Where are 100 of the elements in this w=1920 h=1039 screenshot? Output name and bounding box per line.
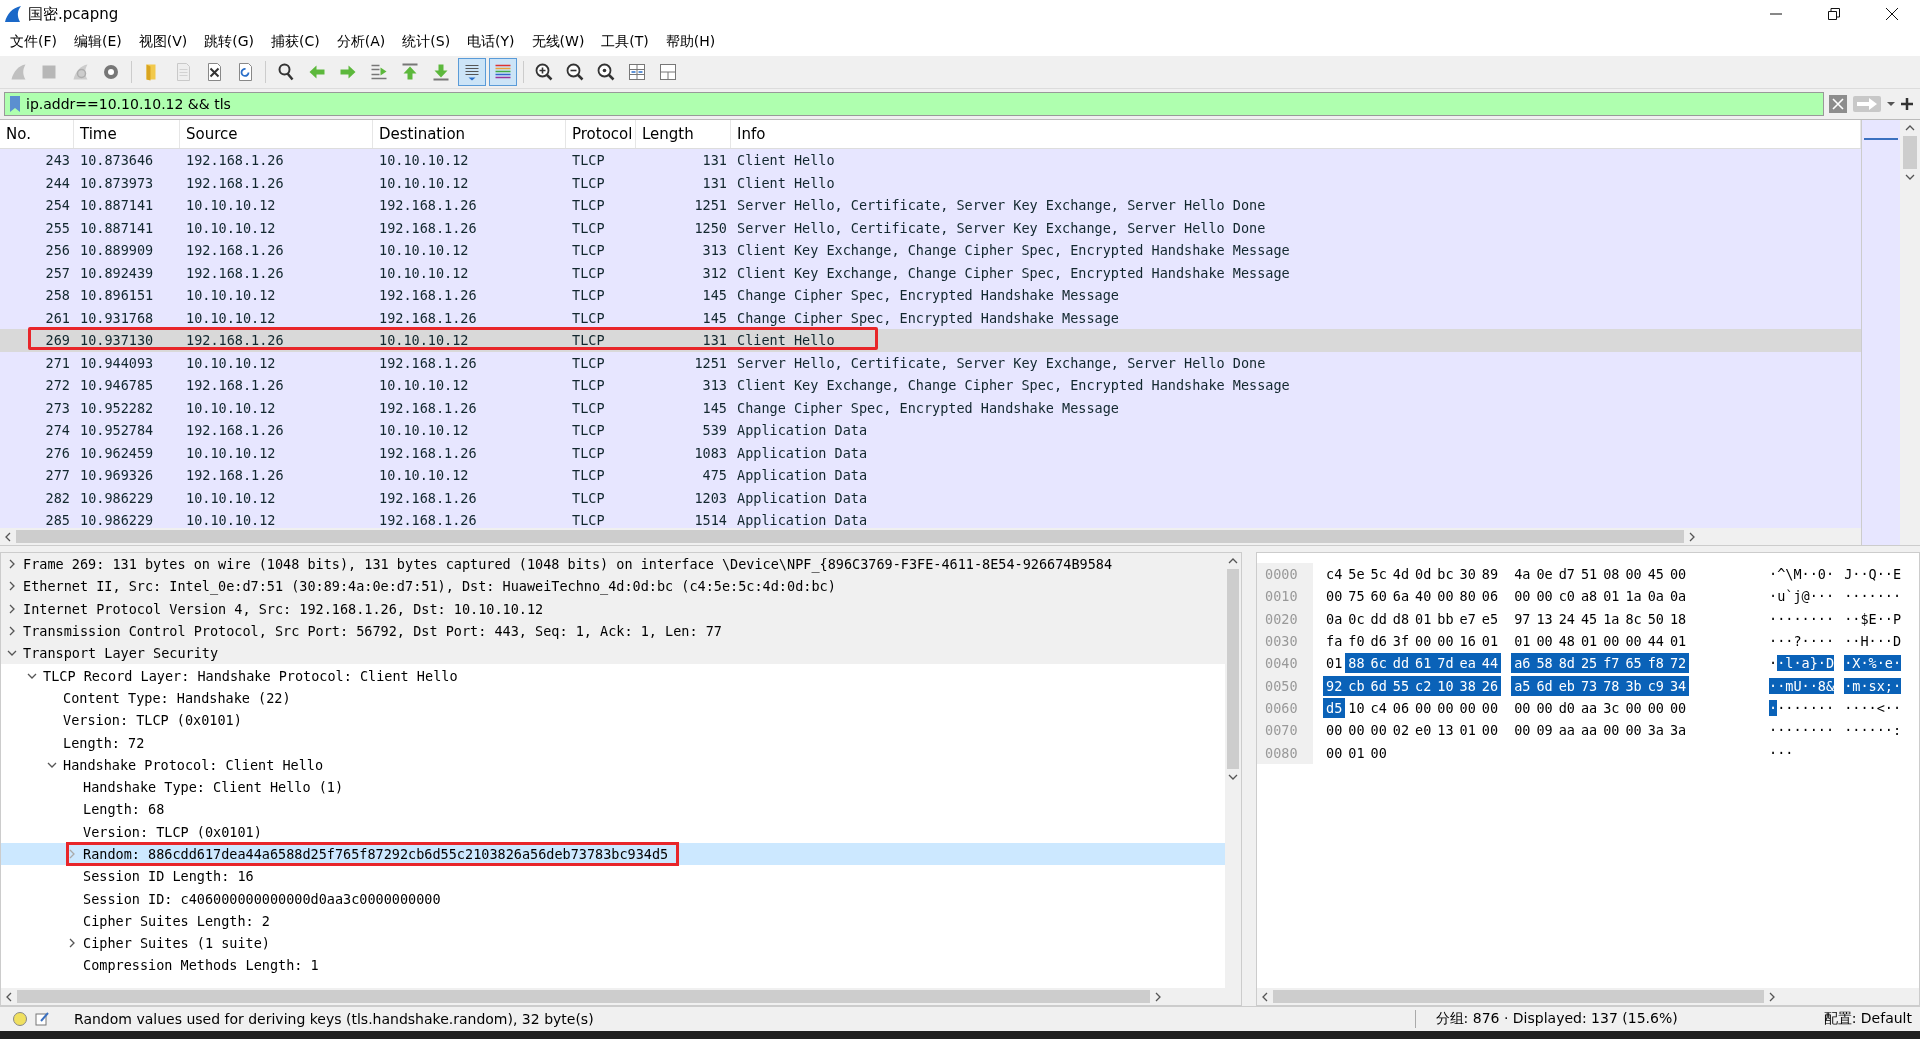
- ascii-char[interactable]: ·: [1777, 699, 1786, 716]
- hex-byte[interactable]: 00: [1533, 631, 1556, 652]
- hex-byte[interactable]: 13: [1533, 608, 1556, 629]
- ascii-char[interactable]: ·: [1809, 566, 1818, 583]
- tree-item[interactable]: Transport Layer Security: [23, 645, 219, 662]
- ascii-char[interactable]: ·: [1769, 566, 1778, 583]
- hex-byte[interactable]: 0e: [1533, 564, 1556, 585]
- ascii-char[interactable]: ·: [1826, 588, 1835, 605]
- menu-item[interactable]: 无线(W): [523, 33, 594, 51]
- colorize-icon[interactable]: [489, 58, 517, 86]
- ascii-char[interactable]: ·: [1844, 677, 1853, 694]
- ascii-char[interactable]: ·: [1817, 655, 1826, 672]
- ascii-char[interactable]: ·: [1793, 655, 1802, 672]
- hex-byte[interactable]: 65: [1622, 653, 1645, 674]
- ascii-char[interactable]: ·: [1785, 744, 1794, 761]
- column-header[interactable]: No.: [0, 120, 74, 148]
- column-header[interactable]: Length: [636, 120, 731, 148]
- hex-byte[interactable]: 75: [1345, 586, 1368, 607]
- packet-row[interactable]: 254 10.887141 10.10.10.12 192.168.1.26 TLCP 1251 Server Hello, Certificate, Server Key Exchange, Server Hello Done: [0, 194, 1861, 217]
- hex-byte[interactable]: 18: [1667, 608, 1690, 629]
- menu-item[interactable]: 视图(V): [130, 33, 197, 51]
- ascii-char[interactable]: ·: [1884, 722, 1893, 739]
- hex-byte[interactable]: aa: [1555, 720, 1578, 741]
- hex-byte[interactable]: 00: [1434, 697, 1457, 718]
- autoscroll-icon[interactable]: [458, 58, 486, 86]
- packet-row[interactable]: 269 10.937130 192.168.1.26 10.10.10.12 TLCP 131 Client Hello: [0, 329, 1861, 352]
- menu-item[interactable]: 捕获(C): [263, 33, 329, 51]
- packet-row[interactable]: 256 10.889909 192.168.1.26 10.10.10.12 TLCP 313 Client Key Exchange, Change Cipher Spec, Encrypted Handshake Message: [0, 239, 1861, 262]
- hex-byte[interactable]: 55: [1389, 675, 1413, 696]
- hex-byte[interactable]: 00: [1667, 697, 1690, 718]
- hex-byte[interactable]: 00: [1323, 720, 1346, 741]
- hex-byte[interactable]: 00: [1345, 720, 1368, 741]
- hex-byte[interactable]: d6: [1367, 631, 1390, 652]
- packet-row[interactable]: 272 10.946785 192.168.1.26 10.10.10.12 TLCP 313 Client Key Exchange, Change Cipher Spec, Encrypted Handshake Message: [0, 374, 1861, 397]
- ascii-char[interactable]: ·: [1852, 699, 1861, 716]
- hex-byte[interactable]: 00: [1412, 631, 1435, 652]
- hex-byte[interactable]: d8: [1389, 608, 1413, 629]
- ascii-char[interactable]: ·: [1852, 588, 1861, 605]
- ascii-char[interactable]: ?: [1793, 633, 1802, 650]
- tree-item[interactable]: Cipher Suites (1 suite): [83, 935, 270, 952]
- ascii-char[interactable]: X: [1852, 655, 1861, 672]
- ascii-char[interactable]: a: [1801, 655, 1810, 672]
- ascii-char[interactable]: ·: [1868, 722, 1877, 739]
- hex-byte[interactable]: f7: [1600, 653, 1623, 674]
- menu-item[interactable]: 电话(Y): [459, 33, 524, 51]
- hex-byte[interactable]: 00: [1478, 720, 1502, 741]
- hex-byte[interactable]: 3c: [1600, 697, 1623, 718]
- ascii-char[interactable]: ·: [1844, 588, 1853, 605]
- ascii-char[interactable]: e: [1884, 655, 1893, 672]
- column-header[interactable]: Destination: [373, 120, 566, 148]
- hex-byte[interactable]: d5: [1323, 697, 1346, 718]
- ascii-char[interactable]: ·: [1860, 588, 1869, 605]
- ascii-char[interactable]: ·: [1777, 722, 1786, 739]
- ascii-char[interactable]: $: [1860, 610, 1869, 627]
- ascii-char[interactable]: ·: [1793, 699, 1802, 716]
- hex-byte[interactable]: f0: [1345, 631, 1368, 652]
- ascii-char[interactable]: &: [1826, 677, 1835, 694]
- column-header[interactable]: Time: [74, 120, 180, 148]
- hex-byte[interactable]: cb: [1345, 675, 1368, 696]
- scroll-right-icon[interactable]: [1767, 991, 1776, 1002]
- hex-byte[interactable]: 01: [1412, 608, 1435, 629]
- packet-row[interactable]: 274 10.952784 192.168.1.26 10.10.10.12 TLCP 539 Application Data: [0, 419, 1861, 442]
- hex-byte[interactable]: 0d: [1412, 564, 1435, 585]
- packet-row[interactable]: 271 10.944093 10.10.10.12 192.168.1.26 TLCP 1251 Server Hello, Certificate, Server Key Exchange, Server Hello Done: [0, 351, 1861, 374]
- ascii-char[interactable]: ·: [1844, 655, 1853, 672]
- hex-byte[interactable]: 3f: [1389, 631, 1413, 652]
- tree-item[interactable]: TLCP Record Layer: Handshake Protocol: Client Hello: [43, 667, 458, 684]
- hex-byte[interactable]: 1a: [1600, 608, 1623, 629]
- hex-byte[interactable]: 61: [1412, 653, 1435, 674]
- hex-byte[interactable]: 89: [1478, 564, 1502, 585]
- ascii-char[interactable]: %: [1868, 655, 1877, 672]
- ascii-char[interactable]: ·: [1769, 699, 1778, 716]
- ascii-char[interactable]: M: [1793, 566, 1802, 583]
- hex-byte[interactable]: 0a: [1644, 586, 1667, 607]
- ascii-char[interactable]: ·: [1793, 610, 1802, 627]
- hex-byte[interactable]: aa: [1577, 697, 1601, 718]
- hex-byte[interactable]: 30: [1456, 564, 1479, 585]
- horizontal-scrollbar[interactable]: [1257, 988, 1919, 1005]
- add-filter-icon[interactable]: [1900, 97, 1914, 111]
- ascii-char[interactable]: ·: [1777, 655, 1786, 672]
- menu-item[interactable]: 跳转(G): [196, 33, 264, 51]
- hex-byte[interactable]: 00: [1622, 697, 1645, 718]
- scroll-thumb[interactable]: [16, 530, 1684, 543]
- menu-item[interactable]: 统计(S): [394, 33, 460, 51]
- ascii-char[interactable]: ^: [1777, 566, 1786, 583]
- hex-byte[interactable]: 5c: [1367, 564, 1390, 585]
- ascii-char[interactable]: u: [1777, 588, 1786, 605]
- ascii-char[interactable]: ·: [1826, 699, 1835, 716]
- ascii-char[interactable]: E: [1868, 610, 1877, 627]
- ascii-char[interactable]: ·: [1852, 633, 1861, 650]
- ascii-char[interactable]: ·: [1844, 610, 1853, 627]
- ascii-char[interactable]: E: [1892, 566, 1902, 583]
- packet-row[interactable]: 255 10.887141 10.10.10.12 192.168.1.26 TLCP 1250 Server Hello, Certificate, Server Key Exchange, Server Hello Done: [0, 216, 1861, 239]
- hex-byte[interactable]: c4: [1323, 564, 1346, 585]
- hex-byte[interactable]: d0: [1555, 697, 1578, 718]
- ascii-char[interactable]: ·: [1860, 655, 1869, 672]
- ascii-char[interactable]: ·: [1826, 633, 1835, 650]
- hex-byte[interactable]: 7d: [1434, 653, 1457, 674]
- restore-icon[interactable]: [1828, 8, 1840, 20]
- hex-byte[interactable]: 02: [1389, 720, 1413, 741]
